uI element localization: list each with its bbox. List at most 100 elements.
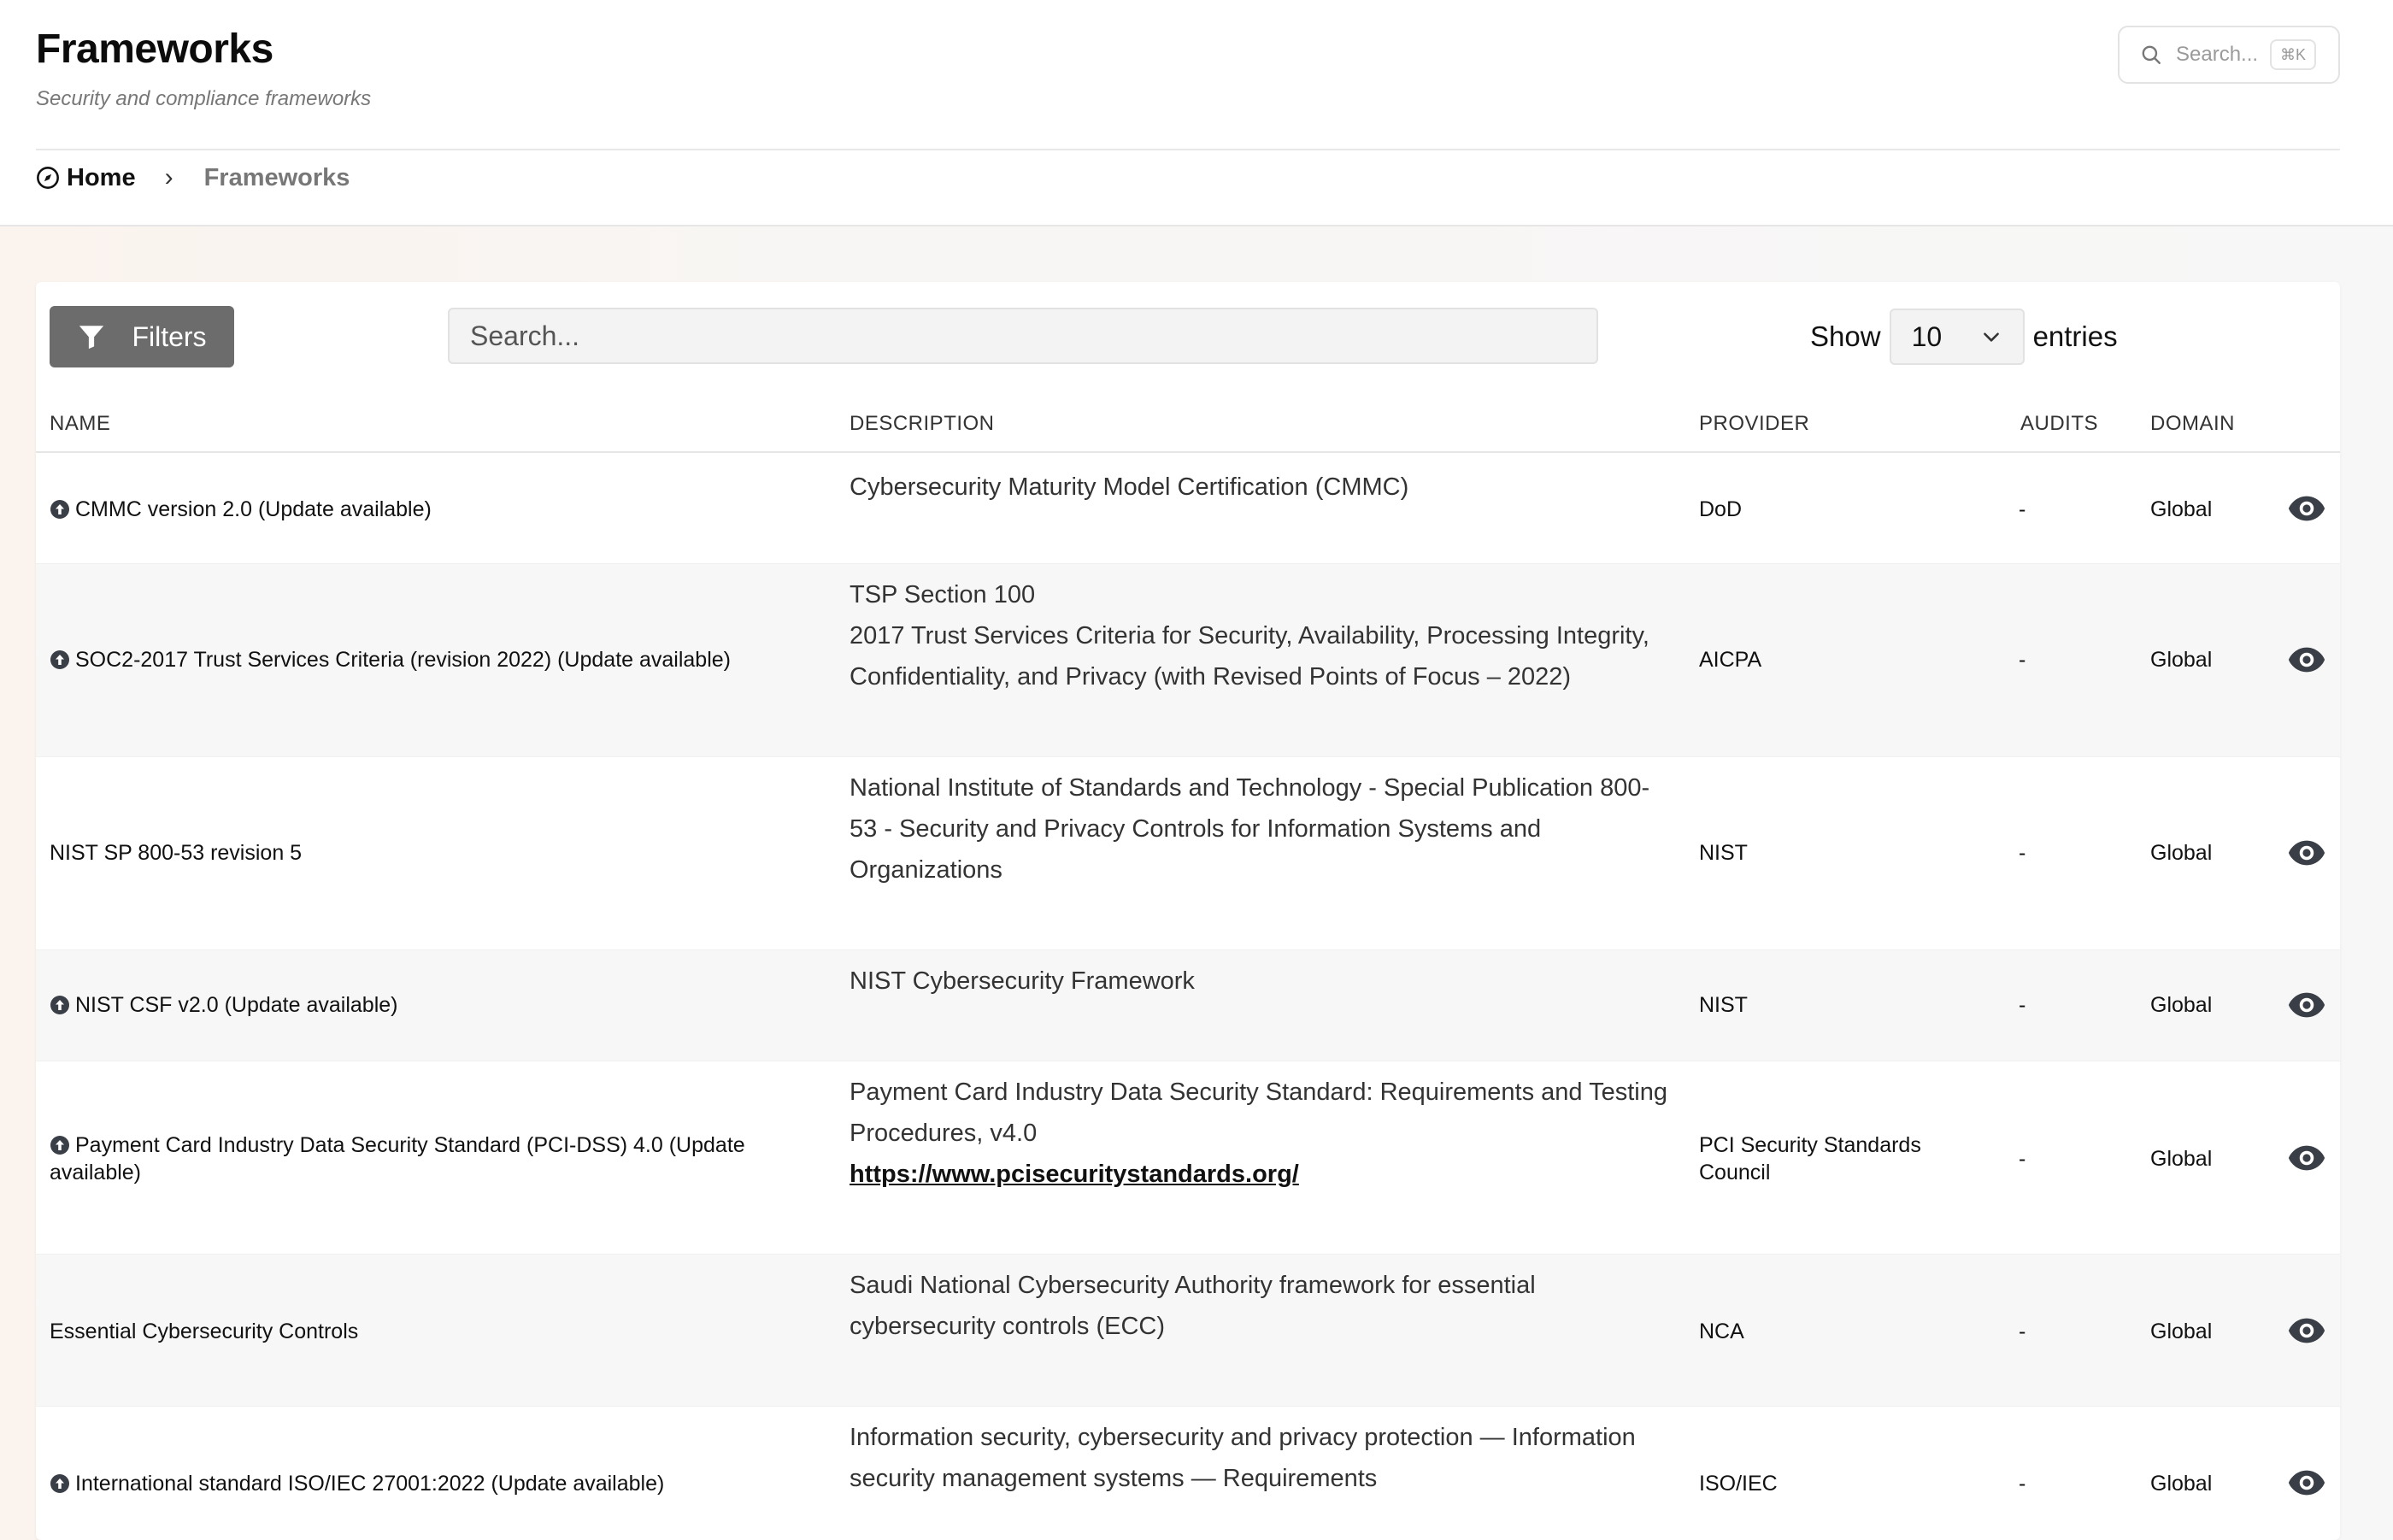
domain-cell: Global <box>2150 1147 2213 1171</box>
framework-name-cell[interactable]: NIST SP 800-53 revision 5 <box>50 839 819 867</box>
search-icon <box>2142 45 2161 64</box>
audits-cell: - <box>2019 1320 2026 1343</box>
header-divider <box>36 149 2340 150</box>
framework-name: International standard ISO/IEC 27001:202… <box>75 1472 665 1496</box>
arrow-up-circle-icon <box>50 996 69 1014</box>
show-label: Show <box>1810 320 1881 352</box>
audits-cell: - <box>2019 497 2026 521</box>
page-title: Frameworks <box>36 26 273 72</box>
description-line: Organizations <box>850 856 1002 884</box>
breadcrumb-home[interactable]: Home <box>36 164 136 192</box>
description-line: National Institute of Standards and Tech… <box>850 774 1650 802</box>
entries-label: entries <box>2032 320 2118 352</box>
eye-icon[interactable] <box>2287 985 2326 1025</box>
table-row[interactable]: NIST CSF v2.0 (Update available) NIST Cy… <box>36 950 2340 1061</box>
domain-cell: Global <box>2150 497 2213 521</box>
description-line: cybersecurity controls (ECC) <box>850 1313 1166 1340</box>
description-line: 2017 Trust Services Criteria for Securit… <box>850 622 1649 650</box>
framework-description-cell: Cybersecurity Maturity Model Certificati… <box>850 467 1687 508</box>
filters-button-label: Filters <box>132 320 207 352</box>
provider-cell: ISO/IEC <box>1699 1472 1778 1496</box>
framework-name-cell[interactable]: SOC2-2017 Trust Services Criteria (revis… <box>50 646 819 673</box>
table-row[interactable]: Essential Cybersecurity Controls Saudi N… <box>36 1255 2340 1407</box>
column-header-description[interactable]: DESCRIPTION <box>850 412 995 436</box>
column-header-name[interactable]: NAME <box>50 412 110 436</box>
table-header: NAME DESCRIPTION PROVIDER AUDITS DOMAIN <box>36 402 2340 453</box>
framework-description-cell: TSP Section 100 2017 Trust Services Crit… <box>850 574 1687 745</box>
description-line: NIST Cybersecurity Framework <box>850 967 1195 995</box>
table-row[interactable]: SOC2-2017 Trust Services Criteria (revis… <box>36 564 2340 757</box>
framework-description-cell: Saudi National Cybersecurity Authority f… <box>850 1265 1687 1347</box>
compass-icon <box>37 167 59 189</box>
audits-cell: - <box>2019 841 2026 865</box>
domain-cell: Global <box>2150 648 2213 672</box>
table-row[interactable]: CMMC version 2.0 (Update available) Cybe… <box>36 455 2340 564</box>
framework-name: NIST SP 800-53 revision 5 <box>50 841 303 865</box>
funnel-icon <box>79 326 104 350</box>
description-line: Saudi National Cybersecurity Authority f… <box>850 1272 1536 1299</box>
framework-description-cell: NIST Cybersecurity Framework <box>850 961 1687 1002</box>
framework-name: Essential Cybersecurity Controls <box>50 1320 359 1343</box>
description-line: Confidentiality, and Privacy (with Revis… <box>850 663 1572 691</box>
description-line: Payment Card Industry Data Security Stan… <box>850 1079 1667 1106</box>
audits-cell: - <box>2019 648 2026 672</box>
framework-name-cell[interactable]: Essential Cybersecurity Controls <box>50 1318 819 1345</box>
audits-cell: - <box>2019 1472 2026 1496</box>
framework-description-cell: National Institute of Standards and Tech… <box>850 767 1687 890</box>
eye-icon[interactable] <box>2287 1311 2326 1350</box>
column-header-provider[interactable]: PROVIDER <box>1699 412 1809 436</box>
provider-cell: NIST <box>1699 841 1748 865</box>
description-line: Information security, cybersecurity and … <box>850 1424 1636 1451</box>
eye-icon[interactable] <box>2287 489 2326 528</box>
column-header-domain[interactable]: DOMAIN <box>2150 412 2235 436</box>
breadcrumb: Home › Frameworks <box>36 162 350 193</box>
arrow-up-circle-icon <box>50 500 69 519</box>
description-line: 53 - Security and Privacy Controls for I… <box>850 815 1542 843</box>
description-line: security management systems — Requiremen… <box>850 1465 1378 1492</box>
framework-name: NIST CSF v2.0 (Update available) <box>75 993 398 1017</box>
description-line: Cybersecurity Maturity Model Certificati… <box>850 473 1409 501</box>
framework-name: SOC2-2017 Trust Services Criteria (revis… <box>75 648 731 672</box>
framework-name: Payment Card Industry Data Security Stan… <box>50 1133 745 1184</box>
table-row[interactable]: International standard ISO/IEC 27001:202… <box>36 1407 2340 1540</box>
framework-name-cell[interactable]: CMMC version 2.0 (Update available) <box>50 496 819 523</box>
eye-icon[interactable] <box>2287 1463 2326 1502</box>
page-subtitle: Security and compliance frameworks <box>36 87 372 110</box>
audits-cell: - <box>2019 993 2026 1017</box>
framework-description-cell: Payment Card Industry Data Security Stan… <box>850 1072 1687 1195</box>
breadcrumb-home-label: Home <box>67 163 136 191</box>
framework-name-cell[interactable]: International standard ISO/IEC 27001:202… <box>50 1470 819 1497</box>
domain-cell: Global <box>2150 1472 2213 1496</box>
framework-name-wrap: CMMC version 2.0 (Update available) <box>50 496 432 523</box>
frameworks-table-card: Filters Show 10 entries NAME DESCRIPTION… <box>36 282 2340 1540</box>
framework-name-wrap: SOC2-2017 Trust Services Criteria (revis… <box>50 646 731 673</box>
framework-name-cell[interactable]: NIST CSF v2.0 (Update available) <box>50 991 819 1019</box>
global-search-box[interactable]: Search... ⌘K <box>2118 26 2340 84</box>
domain-cell: Global <box>2150 993 2213 1017</box>
eye-icon[interactable] <box>2287 640 2326 679</box>
page-header: Frameworks Security and compliance frame… <box>0 0 2393 226</box>
breadcrumb-separator: › <box>164 163 173 191</box>
eye-icon[interactable] <box>2287 1138 2326 1178</box>
domain-cell: Global <box>2150 841 2213 865</box>
entries-select[interactable]: 10 <box>1889 309 2025 365</box>
page-size-control: Show 10 entries <box>1810 306 2118 367</box>
audits-cell: - <box>2019 1147 2026 1171</box>
provider-cell: AICPA <box>1699 648 1762 672</box>
framework-name: CMMC version 2.0 (Update available) <box>75 497 432 521</box>
table-search-input[interactable] <box>448 308 1598 364</box>
provider-cell: NCA <box>1699 1320 1744 1343</box>
filters-button[interactable]: Filters <box>50 306 234 367</box>
provider-cell: PCI Security Standards Council <box>1699 1133 1921 1184</box>
column-header-audits[interactable]: AUDITS <box>2020 412 2098 436</box>
chevron-down-icon <box>1983 332 1999 342</box>
breadcrumb-current: Frameworks <box>203 163 350 191</box>
table-row[interactable]: NIST SP 800-53 revision 5 National Insti… <box>36 757 2340 950</box>
eye-icon[interactable] <box>2287 833 2326 873</box>
table-row[interactable]: Payment Card Industry Data Security Stan… <box>36 1061 2340 1255</box>
framework-name-cell[interactable]: Payment Card Industry Data Security Stan… <box>50 1131 785 1186</box>
provider-cell: NIST <box>1699 993 1748 1017</box>
arrow-up-circle-icon <box>50 1136 69 1155</box>
arrow-up-circle-icon <box>50 650 69 669</box>
framework-link[interactable]: https://www.pcisecuritystandards.org/ <box>850 1154 1687 1195</box>
